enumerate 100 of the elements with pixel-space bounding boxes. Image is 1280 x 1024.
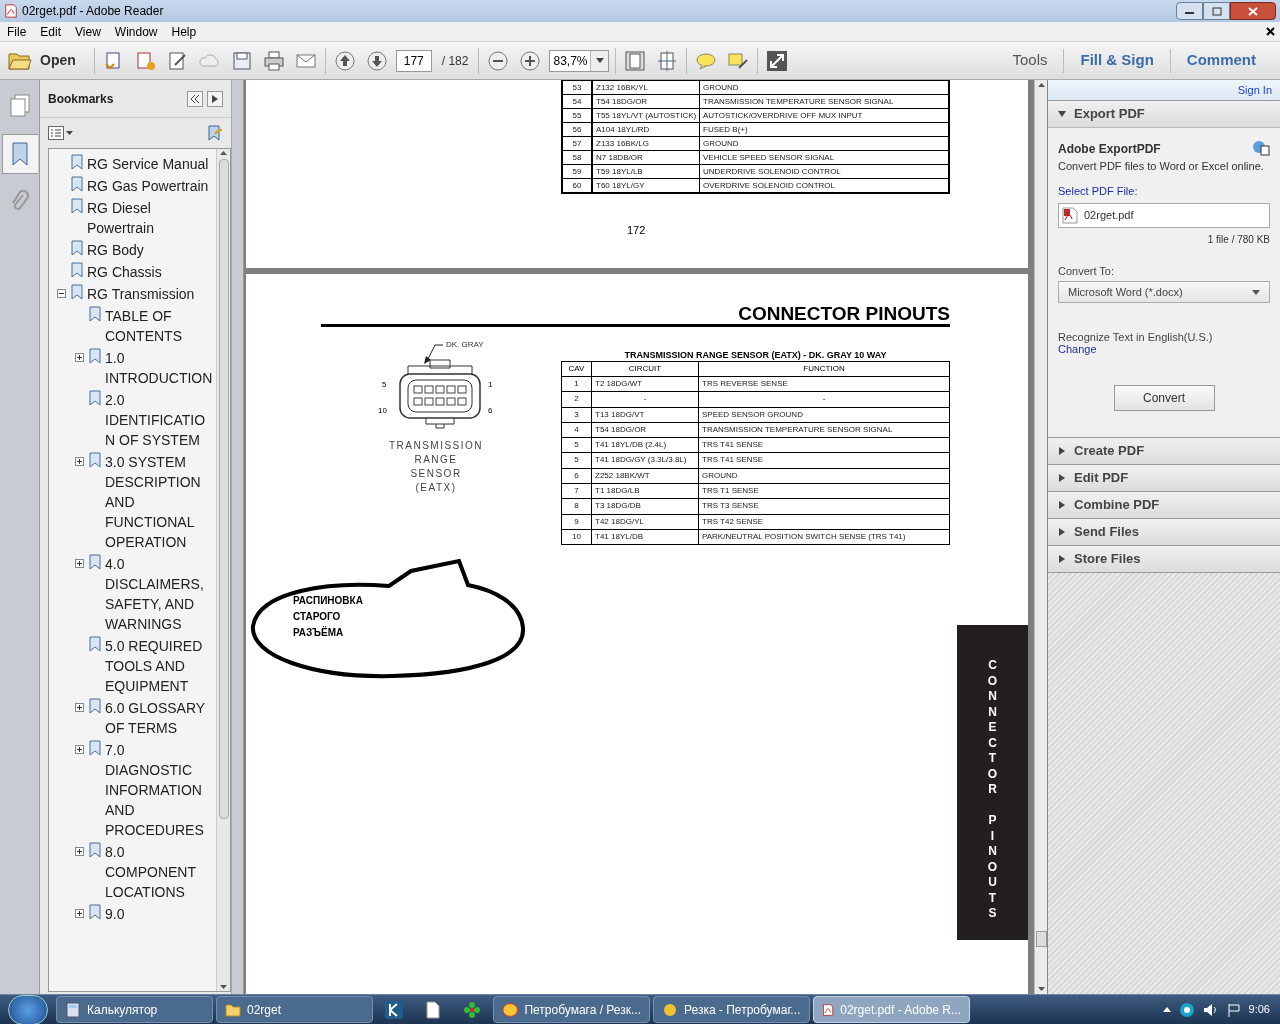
expand-toggle[interactable] [75, 744, 84, 754]
taskbar-item[interactable]: Резка - Петробумаг... [653, 996, 810, 1023]
format-dropdown[interactable]: Microsoft Word (*.docx) [1058, 281, 1270, 303]
bookmark-jump-icon[interactable] [207, 125, 223, 141]
scroll-thumb[interactable] [218, 159, 229, 819]
convert-button[interactable]: Convert [1113, 385, 1215, 411]
bookmark-item[interactable]: 5.0 REQUIRED TOOLS AND EQUIPMENT [105, 636, 213, 696]
menu-item[interactable]: Window [107, 22, 165, 41]
expand-toggle[interactable] [75, 456, 84, 466]
bookmark-item[interactable]: RG Diesel Powertrain [87, 198, 211, 238]
table-cell-text: TRS T1 SENSE [701, 485, 760, 498]
toolbar-link[interactable]: Fill & Sign [1064, 49, 1170, 72]
scroll-up-icon[interactable] [1037, 83, 1045, 87]
bookmark-item[interactable]: TABLE OF CONTENTS [105, 306, 213, 346]
caret-icon [66, 131, 73, 135]
bookmark-item[interactable]: RG Gas Powertrain [87, 176, 211, 196]
caret-icon [1058, 110, 1066, 118]
taskbar-item[interactable]: Петробумага / Резк... [493, 996, 650, 1023]
scroll-down-icon[interactable] [1037, 987, 1045, 991]
menu-item[interactable]: Help [164, 22, 204, 41]
file-info: 1 file / 780 KB [1207, 232, 1270, 247]
table-cell-text: PARK/NEUTRAL POSITION SWITCH SENSE (TRS T41) [701, 530, 907, 543]
bookmark-item[interactable]: 2.0 IDENTIFICATION OF SYSTEM [105, 390, 213, 450]
calculator-icon [65, 1001, 81, 1018]
toolbar-link[interactable]: Comment [1170, 49, 1272, 72]
page-number-field[interactable]: 177 [395, 49, 432, 72]
close-button[interactable] [1230, 2, 1276, 20]
bookmark-item[interactable]: RG Transmission [87, 284, 211, 304]
section-header[interactable]: Store Files [1048, 546, 1280, 572]
expand-toggle[interactable] [75, 702, 84, 712]
speaker-icon[interactable] [1202, 1002, 1219, 1017]
list-icon [48, 126, 64, 140]
bookmark-item[interactable]: 4.0 DISCLAIMERS, SAFETY, AND WARNINGS [105, 554, 213, 634]
section-header[interactable]: Export PDF [1048, 101, 1280, 127]
caret-icon [596, 58, 604, 63]
bookmark-item[interactable]: 8.0 COMPONENT LOCATIONS [105, 842, 213, 902]
bookmarks-tab[interactable] [1, 134, 38, 174]
bookmark-item[interactable]: 6.0 GLOSSARY OF TERMS [105, 698, 213, 738]
page-heading: CONNECTOR PINOUTS [738, 304, 950, 323]
section-header[interactable]: Send Files [1048, 519, 1280, 545]
menu-item[interactable]: File [0, 22, 34, 41]
toolbar-link[interactable]: Tools [996, 49, 1064, 72]
expand-toggle[interactable] [75, 908, 84, 918]
scrollbar[interactable] [1034, 80, 1047, 994]
zoom-dropdown[interactable]: 83,7% [549, 49, 610, 72]
table-cell: A104 18YL/RD [593, 123, 700, 136]
table-cell: Z252 18BK/WT [592, 468, 699, 484]
expand-panel-button[interactable] [207, 90, 223, 107]
collapse-panel-button[interactable] [187, 90, 203, 107]
table-cell: T55 18YL/VT (AUTOSTICK) [593, 109, 700, 122]
expand-toggle[interactable] [75, 846, 84, 856]
table-cell-text: TRANSMISSION TEMPERATURE SENSOR SIGNAL [702, 96, 895, 108]
flower-icon [463, 1000, 481, 1019]
bookmark-item[interactable]: 9.0 [105, 904, 213, 924]
menu-item[interactable]: View [68, 22, 108, 41]
tray-arrow-icon[interactable] [1162, 1007, 1171, 1012]
scroll-up-icon[interactable] [220, 151, 227, 155]
table-cell: 55 [563, 109, 593, 122]
table-title: TRANSMISSION RANGE SENSOR (EATX) - DK. GRAY 10 WAY [624, 349, 887, 361]
bookmark-icon [89, 306, 101, 322]
section-header[interactable]: Create PDF [1048, 438, 1280, 464]
bookmark-item[interactable]: 7.0 DIAGNOSTIC INFORMATION AND PROCEDURES [105, 740, 213, 840]
start-button[interactable] [8, 994, 48, 1024]
bookmark-item[interactable]: RG Service Manual [87, 154, 211, 174]
caret-icon [1058, 528, 1066, 536]
expand-toggle[interactable] [75, 558, 84, 568]
bookmark-icon [89, 842, 101, 858]
bookmark-icon [89, 452, 101, 468]
minimize-button[interactable] [1176, 2, 1203, 20]
plus-icon [76, 353, 83, 361]
options-button[interactable] [48, 126, 73, 140]
change-link[interactable]: Change [1058, 343, 1097, 355]
taskbar-item[interactable]: Калькулятор [56, 996, 213, 1023]
expand-toggle[interactable] [75, 352, 84, 362]
bookmark-item[interactable]: RG Chassis [87, 262, 211, 282]
globe-document-icon [1252, 140, 1270, 156]
table-cell-text: AUTOSTICK/OVERDRIVE OFF MUX INPUT [702, 110, 864, 122]
scroll-thumb[interactable] [1035, 931, 1047, 947]
bookmark-icon [10, 141, 30, 167]
bookmark-item[interactable]: 1.0 INTRODUCTION [105, 348, 213, 388]
scroll-down-icon[interactable] [220, 985, 227, 989]
browser-icon[interactable] [1178, 1001, 1195, 1018]
table-cell: T3 18DG/DB [592, 499, 699, 514]
flag-icon[interactable] [1226, 1002, 1241, 1017]
table-cell-text: FUSED B(+) [702, 124, 749, 136]
table-cell-text: SPEED SENSOR GROUND [701, 408, 804, 421]
section-header[interactable]: Edit PDF [1048, 465, 1280, 491]
section-header[interactable]: Combine PDF [1048, 492, 1280, 518]
bookmark-item[interactable]: RG Body [87, 240, 211, 260]
bookmark-item[interactable]: 3.0 SYSTEM DESCRIPTION AND FUNCTIONAL OPERATION [105, 452, 213, 552]
taskbar-item[interactable]: 02rget [216, 996, 373, 1023]
collapse-toggle[interactable] [57, 288, 66, 298]
bookmark-icon [71, 154, 83, 170]
open-button[interactable]: Open [8, 45, 88, 76]
menu-item[interactable]: Edit [33, 22, 69, 41]
scrollbar[interactable] [216, 149, 230, 991]
file-field[interactable]: 02rget.pdf [1058, 202, 1270, 228]
table-cell: T54 18DG/OR [593, 95, 700, 108]
sign-in-link[interactable]: Sign In [1237, 81, 1272, 99]
table-cell: - [592, 392, 699, 407]
